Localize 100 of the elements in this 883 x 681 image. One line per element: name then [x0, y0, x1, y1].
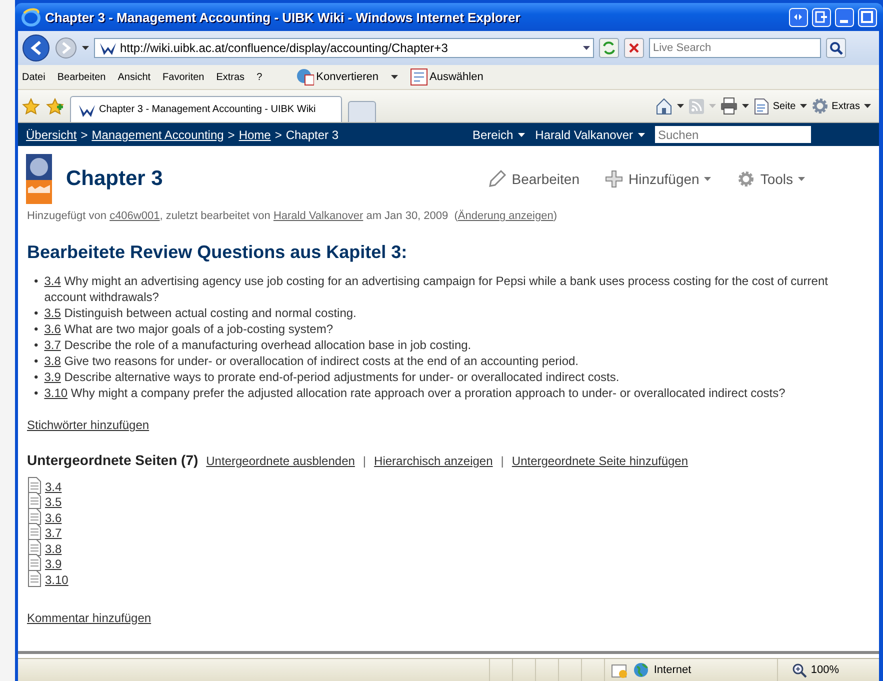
menu-item[interactable]: Ansicht — [118, 72, 151, 82]
bullet-marker: • — [34, 337, 38, 353]
question-link[interactable]: 3.6 — [44, 322, 61, 336]
stop-button-icon[interactable] — [624, 38, 644, 58]
question-item: 3.4 Why might an advertising agency use job costing for an advertising campaign for Pepsi while a bank uses process costing for the cost of current account withdrawals? — [44, 273, 829, 305]
question-link[interactable]: 3.10 — [44, 386, 68, 400]
gear-icon — [810, 97, 829, 115]
question-item: 3.8 Give two reasons for under- or overallocation of indirect costs at the end of an accounting period. — [44, 353, 580, 369]
window-title: Chapter 3 - Management Accounting - UIBK Wiki - Windows Internet Explorer — [45, 10, 522, 24]
breadcrumb-text: > — [80, 128, 88, 142]
search-icon[interactable] — [826, 38, 846, 58]
menu-item[interactable]: ? — [256, 72, 262, 82]
bullet-marker: • — [34, 369, 38, 385]
document-icon — [27, 508, 42, 524]
children-link[interactable]: Untergeordnete ausblenden — [206, 454, 355, 468]
document-icon — [27, 492, 42, 509]
separator: | — [362, 454, 366, 468]
maximize-button-icon[interactable] — [858, 8, 877, 26]
page-icon — [752, 98, 770, 114]
search-field[interactable]: Suchen — [655, 126, 811, 143]
window-control-icon[interactable] — [812, 8, 831, 26]
caret-icon — [390, 75, 398, 79]
pencil-icon — [486, 169, 507, 189]
question-link[interactable]: 3.9 — [44, 370, 61, 384]
question-item: 3.6 What are two major goals of a job-costing system? — [44, 321, 334, 337]
convert-icon — [296, 68, 314, 86]
plus-icon — [605, 170, 624, 188]
caret-icon — [704, 177, 712, 181]
zoom-icon — [792, 662, 807, 678]
menu-item[interactable]: Datei — [22, 72, 46, 82]
add-favorite-icon — [46, 98, 64, 114]
menu-item[interactable]: Favoriten — [162, 72, 204, 82]
question-link[interactable]: 3.7 — [44, 338, 61, 352]
document-icon — [27, 554, 42, 571]
toolbar-button[interactable]: Konvertieren — [296, 68, 378, 86]
meta-link[interactable]: Harald Valkanover — [273, 210, 364, 222]
breadcrumb-link[interactable]: Übersicht — [26, 128, 77, 142]
child-page-link[interactable]: 3.8 — [45, 542, 62, 556]
back-button-icon[interactable] — [22, 34, 50, 62]
browser-tab[interactable]: Chapter 3 - Management Accounting - UIBK Wiki — [70, 96, 342, 122]
add-comment-link[interactable]: Kommentar hinzufügen — [27, 610, 870, 624]
menu-item[interactable]: Extras — [216, 72, 245, 82]
security-icon — [610, 662, 628, 678]
action-button[interactable]: Bearbeiten — [486, 169, 580, 189]
document-icon — [27, 523, 42, 540]
toolbar-button[interactable]: Auswählen — [410, 68, 484, 86]
question-item: 3.7 Describe the role of a manufacturing overhead allocation base in job costing. — [44, 337, 472, 353]
zoom-button[interactable]: 100% — [776, 659, 879, 681]
question-item: 3.10 Why might a company prefer the adjusted allocation rate approach over a proration approach to under- or overallocated indirect costs? — [44, 385, 786, 401]
breadcrumb-text: > — [228, 128, 235, 142]
select-icon — [410, 68, 428, 86]
action-button[interactable]: Tools — [737, 170, 805, 188]
child-page-link[interactable]: 3.9 — [45, 557, 62, 571]
child-page-link[interactable]: 3.4 — [45, 480, 62, 494]
caret-icon — [798, 177, 805, 181]
breadcrumb-link[interactable]: Home — [238, 128, 271, 142]
globe-icon — [632, 662, 649, 678]
subsection-heading: Untergeordnete Seiten (7) — [27, 452, 198, 468]
caret-icon — [583, 46, 590, 50]
children-link[interactable]: Hierarchisch anzeigen — [374, 454, 493, 468]
refresh-button-icon[interactable] — [599, 38, 619, 58]
home-icon — [654, 97, 673, 115]
child-page-link[interactable]: 3.6 — [45, 510, 62, 524]
caret-icon — [82, 46, 89, 50]
bullet-marker: • — [34, 321, 38, 337]
feed-icon — [688, 98, 705, 114]
section-heading: Bearbeitete Review Questions aus Kapitel 3: — [27, 242, 408, 263]
action-button[interactable]: Hinzufügen — [605, 170, 712, 188]
breadcrumb-link[interactable]: Management Accounting — [92, 128, 224, 142]
window-control-icon[interactable] — [789, 8, 808, 26]
address-field[interactable]: http://wiki.uibk.ac.at/confluence/display/accounting/Chapter+3 — [94, 38, 594, 58]
children-link[interactable]: Untergeordnete Seite hinzufügen — [512, 454, 688, 468]
caret-icon — [676, 104, 684, 108]
menu-item[interactable]: Bearbeiten — [57, 72, 106, 82]
bullet-marker: • — [34, 353, 38, 369]
search-field[interactable]: Live Search — [649, 38, 821, 58]
nav-menu[interactable]: Bereich — [472, 128, 526, 142]
child-page-link[interactable]: 3.10 — [45, 572, 68, 586]
meta-link[interactable]: Änderung anzeigen — [458, 210, 554, 222]
minimize-button-icon[interactable] — [835, 8, 854, 26]
gear-icon — [737, 170, 756, 188]
document-icon — [27, 476, 42, 494]
caret-icon — [742, 104, 749, 108]
child-page-link[interactable]: 3.7 — [45, 526, 62, 540]
add-tags-link[interactable]: Stichwörter hinzufügen — [27, 418, 870, 432]
meta-link[interactable]: c406w001 — [110, 210, 160, 222]
question-link[interactable]: 3.4 — [44, 274, 61, 288]
browser-logo-icon — [21, 7, 41, 27]
question-link[interactable]: 3.8 — [44, 354, 61, 368]
question-item: 3.5 Distinguish between actual costing and normal costing. — [44, 305, 358, 321]
star-icon — [22, 98, 40, 114]
breadcrumb-text: > — [274, 128, 282, 142]
forward-button-icon[interactable] — [55, 37, 77, 59]
question-link[interactable]: 3.5 — [44, 306, 61, 320]
command-button[interactable]: Seite — [752, 98, 796, 114]
child-page-link[interactable]: 3.5 — [45, 495, 62, 509]
command-button[interactable]: Extras — [810, 97, 860, 115]
university-logo-icon — [26, 154, 52, 204]
breadcrumb-text: Chapter 3 — [286, 128, 339, 142]
nav-menu[interactable]: Harald Valkanover — [535, 128, 645, 142]
